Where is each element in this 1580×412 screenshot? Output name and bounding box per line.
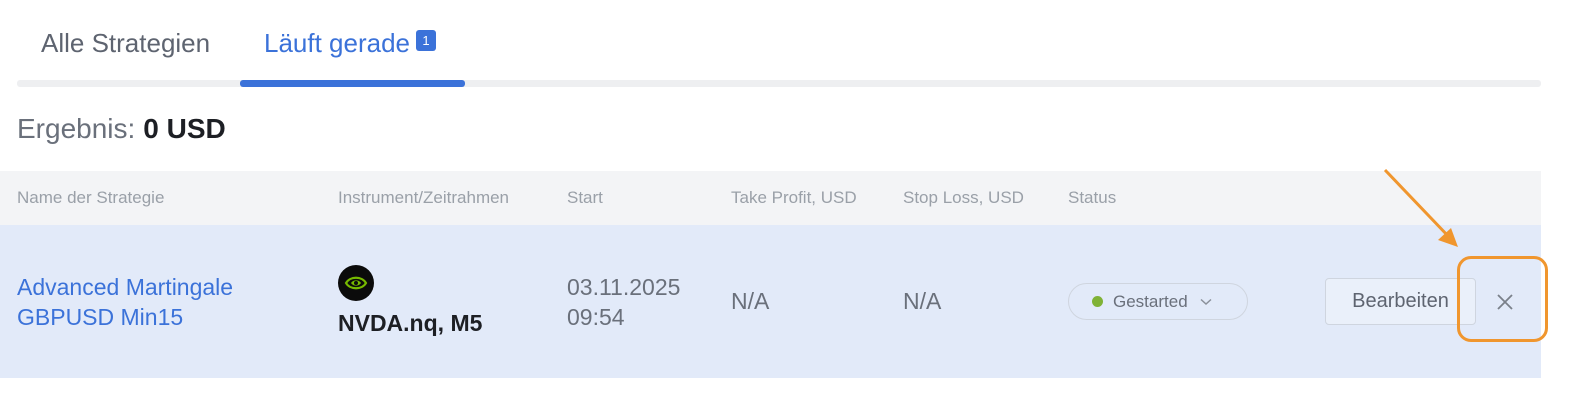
stop-loss-value: N/A [903, 288, 942, 314]
strategy-name-link[interactable]: Advanced Martingale GBPUSD Min15 [17, 272, 233, 332]
start-time: 09:54 [567, 304, 625, 330]
column-header-instrument: Instrument/Zeitrahmen [338, 188, 510, 207]
strategies-panel: Alle Strategien Läuft gerade 1 Ergebnis: 0… [0, 0, 1580, 412]
tab-all-strategies-label: Alle Strategien [41, 28, 211, 58]
start-date: 03.11.2025 [567, 274, 681, 300]
strategy-name-line2: GBPUSD Min15 [17, 304, 184, 330]
column-header-status: Status [1068, 188, 1117, 207]
status-dropdown[interactable]: Gestarted [1068, 283, 1248, 320]
column-header-take-profit: Take Profit, USD [731, 188, 857, 207]
tab-running[interactable]: Läuft gerade 1 [264, 28, 437, 59]
table-row: Advanced Martingale GBPUSD Min15 NVDA.nq… [0, 225, 1541, 378]
instrument-label: NVDA.nq, M5 [338, 310, 483, 336]
strategy-tabs: Alle Strategien Läuft gerade 1 [17, 0, 1541, 88]
status-label: Gestarted [1113, 291, 1188, 311]
result-label: Ergebnis: [17, 113, 136, 144]
tab-running-label: Läuft gerade [264, 28, 411, 58]
active-tab-indicator [240, 80, 465, 87]
edit-button[interactable]: Bearbeiten [1325, 278, 1476, 325]
chevron-down-icon [1200, 298, 1212, 306]
tab-all-strategies[interactable]: Alle Strategien [41, 28, 210, 59]
take-profit-value: N/A [731, 288, 770, 314]
running-count-badge: 1 [416, 30, 437, 51]
column-header-stop-loss: Stop Loss, USD [903, 188, 1024, 207]
close-icon[interactable] [1490, 287, 1520, 317]
result-summary: Ergebnis: 0 USD [17, 113, 226, 145]
strategy-name-line1: Advanced Martingale [17, 274, 234, 300]
table-header: Name der Strategie Instrument/Zeitrahmen… [0, 171, 1541, 225]
column-header-name: Name der Strategie [17, 188, 165, 207]
status-dot-icon [1092, 296, 1103, 307]
start-datetime: 03.11.2025 09:54 [567, 272, 680, 332]
result-value: 0 USD [143, 113, 226, 144]
column-header-start: Start [567, 188, 603, 207]
nvidia-logo-icon [338, 265, 374, 301]
